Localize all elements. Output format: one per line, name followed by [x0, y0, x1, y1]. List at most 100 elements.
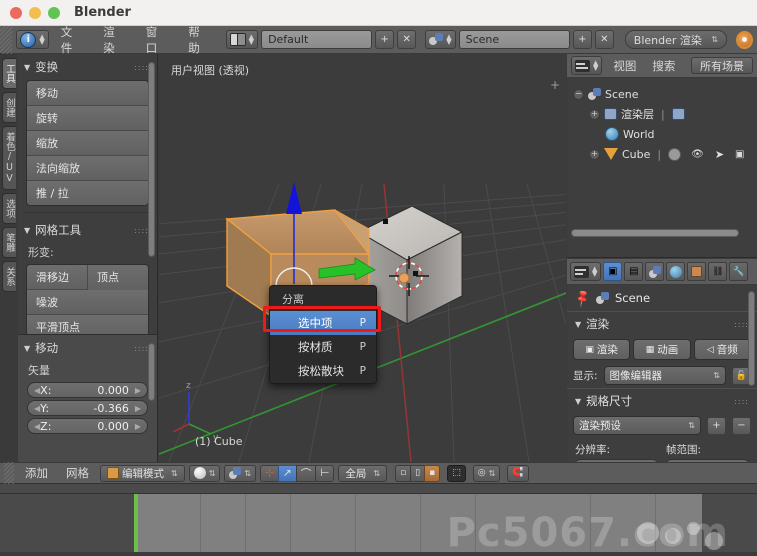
edge-select-button[interactable]: ▯: [410, 465, 424, 482]
delete-screen-layout-button[interactable]: ✕: [397, 30, 416, 49]
increment-arrow-icon[interactable]: ▶: [135, 386, 141, 395]
add-scene-button[interactable]: +: [573, 30, 592, 49]
transform-orientation-selector[interactable]: 全局 ⇅: [338, 465, 387, 482]
pivot-point-selector[interactable]: ◎ ⇅: [473, 465, 501, 482]
properties-scrollbar[interactable]: [748, 291, 755, 386]
screen-layout-selector[interactable]: ▲▼: [226, 30, 258, 49]
edge-slide-button[interactable]: 滑移边: [27, 265, 88, 290]
properties-tab-scene[interactable]: [645, 262, 664, 281]
menu-window[interactable]: 窗口: [137, 22, 176, 58]
close-window-button[interactable]: [10, 7, 22, 19]
tab-options[interactable]: 选项: [2, 193, 16, 224]
3d-viewport[interactable]: z y 用户视图 (透视) (1) Cube + 分离 选中项 P 按材质 P: [159, 54, 566, 462]
maximize-window-button[interactable]: [48, 7, 60, 19]
vertex-select-button[interactable]: ▫: [395, 465, 410, 482]
translate-button[interactable]: 移动: [27, 81, 148, 106]
scene-name-field[interactable]: Scene: [459, 30, 570, 49]
area-corner-grip-icon[interactable]: [4, 462, 14, 484]
outliner-horizontal-scrollbar[interactable]: [571, 229, 739, 237]
minimize-window-button[interactable]: [29, 7, 41, 19]
tab-shading-uv[interactable]: 着色/UV: [2, 126, 16, 190]
vertex-slide-button[interactable]: 顶点: [88, 265, 148, 290]
outliner-menu-search[interactable]: 搜索: [647, 57, 680, 75]
viewport-shading-selector[interactable]: ⇅: [189, 465, 221, 482]
move-y-field[interactable]: ◀ Y: -0.366 ▶: [27, 400, 148, 416]
area-corner-grip-icon[interactable]: [0, 26, 12, 54]
move-x-field[interactable]: ◀ X: 0.000 ▶: [27, 382, 148, 398]
panel-header-transform[interactable]: ▼ 变换 ::::: [18, 54, 157, 78]
expand-toggle-icon[interactable]: +: [589, 109, 600, 120]
tab-create[interactable]: 创建: [2, 92, 16, 123]
outliner-menu-view[interactable]: 视图: [608, 57, 641, 75]
properties-tab-render[interactable]: ▣: [603, 262, 622, 281]
render-engine-selector[interactable]: Blender 渲染 ⇅: [625, 30, 727, 49]
timeline-editor[interactable]: Pc5067.com: [0, 484, 757, 552]
display-mode-dropdown[interactable]: 图像编辑器 ⇅: [604, 366, 726, 385]
camera-icon[interactable]: ▣: [735, 149, 744, 160]
tab-relations[interactable]: 关系: [2, 261, 16, 292]
render-preset-dropdown[interactable]: 渲染预设 ⇅: [573, 416, 701, 435]
screen-layout-name[interactable]: Default: [261, 30, 372, 49]
expand-toggle-icon[interactable]: +: [589, 149, 600, 160]
properties-tab-constraints[interactable]: ⛓: [708, 262, 727, 281]
menu-render[interactable]: 渲染: [94, 22, 133, 58]
scale-button[interactable]: 缩放: [27, 131, 148, 156]
interaction-mode-selector[interactable]: 编辑模式 ⇅: [100, 465, 185, 482]
menu-item-separate-selection[interactable]: 选中项 P: [270, 311, 376, 335]
snap-toggle-button[interactable]: 🧲: [507, 465, 528, 482]
menu-add[interactable]: 添加: [18, 464, 55, 482]
shrink-fatten-button[interactable]: 法向缩放: [27, 156, 148, 181]
tab-tools[interactable]: 工具: [2, 58, 16, 89]
menu-item-separate-by-loose-parts[interactable]: 按松散块 P: [270, 359, 376, 383]
render-audio-button[interactable]: ◁ 音频: [694, 339, 751, 360]
limit-selection-button[interactable]: ⬚: [447, 465, 466, 482]
properties-editor-type-selector[interactable]: ▲▼: [570, 262, 601, 281]
translate-manipulator-button[interactable]: ↗: [278, 465, 296, 482]
increment-arrow-icon[interactable]: ▶: [135, 404, 141, 413]
render-animation-button[interactable]: ▦ 动画: [633, 339, 690, 360]
section-header-render[interactable]: ▼ 渲染 ::::: [567, 311, 757, 336]
outliner-row-world[interactable]: World: [567, 124, 757, 144]
menu-file[interactable]: 文件: [52, 22, 91, 58]
mesh-data-icon[interactable]: [668, 148, 681, 161]
timeline-playhead[interactable]: [134, 494, 138, 552]
scale-manipulator-button[interactable]: ⊢: [315, 465, 334, 482]
panel-header-mesh-tools[interactable]: ▼ 网格工具 ::::: [18, 217, 157, 241]
cursor-arrow-icon[interactable]: ➤: [715, 148, 724, 161]
tab-grease-pencil[interactable]: 笔雕: [2, 227, 16, 258]
eye-icon[interactable]: 👁: [691, 149, 704, 160]
properties-tab-object[interactable]: [687, 262, 706, 281]
tool-shelf-scrollbar[interactable]: [148, 62, 155, 257]
outliner-display-mode-selector[interactable]: ▲▼: [571, 56, 602, 75]
collapse-toggle-icon[interactable]: −: [573, 89, 584, 100]
timeline-body[interactable]: [0, 494, 757, 552]
outliner-row-render-layer[interactable]: + 渲染层 |: [567, 104, 757, 124]
menu-help[interactable]: 帮助: [179, 22, 218, 58]
timeline-ruler[interactable]: [0, 484, 757, 494]
delete-scene-button[interactable]: ✕: [595, 30, 614, 49]
operator-panel-scrollbar[interactable]: [148, 343, 155, 401]
scene-shading-selector[interactable]: ⇅: [224, 465, 256, 482]
rotate-manipulator-button[interactable]: ⌒: [296, 465, 316, 482]
properties-tab-render-layers[interactable]: ▤: [624, 262, 643, 281]
outliner-scope-selector[interactable]: 所有场景: [691, 57, 753, 74]
menu-item-separate-by-material[interactable]: 按材质 P: [270, 335, 376, 359]
move-z-field[interactable]: ◀ Z: 0.000 ▶: [27, 418, 148, 434]
render-layer-data-icon[interactable]: [672, 108, 685, 120]
noise-button[interactable]: 噪波: [27, 290, 148, 315]
rotate-button[interactable]: 旋转: [27, 106, 148, 131]
section-header-dimensions[interactable]: ▼ 规格尺寸 ::::: [567, 388, 757, 413]
outliner-row-scene[interactable]: − Scene: [567, 84, 757, 104]
properties-tab-modifiers[interactable]: 🔧: [729, 262, 748, 281]
manipulator-toggle-button[interactable]: ⊹: [260, 465, 278, 482]
outliner-row-cube[interactable]: + Cube | 👁 ➤ ▣: [567, 144, 757, 164]
properties-tab-world[interactable]: [666, 262, 685, 281]
menu-mesh[interactable]: 网格: [59, 464, 96, 482]
add-screen-layout-button[interactable]: +: [375, 30, 394, 49]
editor-type-selector[interactable]: i ▲▼: [16, 30, 48, 49]
pin-icon[interactable]: 📌: [572, 288, 592, 308]
scene-browse-selector[interactable]: ▲▼: [425, 30, 455, 49]
render-image-button[interactable]: ▣ 渲染: [573, 339, 630, 360]
panel-header-move[interactable]: ▼ 移动 ::::: [18, 335, 157, 359]
remove-preset-button[interactable]: −: [732, 417, 751, 435]
